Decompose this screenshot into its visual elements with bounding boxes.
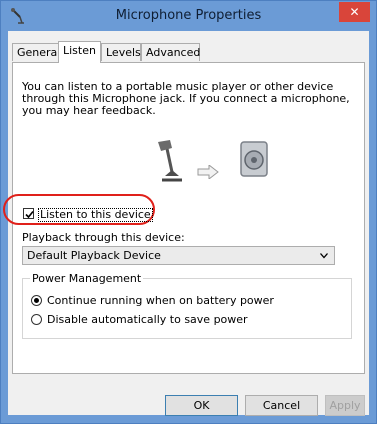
radio-disable-auto-button[interactable] [31,314,42,325]
apply-button[interactable]: Apply [325,395,365,416]
playback-label: Playback through this device: [22,231,185,244]
tab-levels[interactable]: Levels [101,43,141,61]
title-bar[interactable]: Microphone Properties ✕ [1,1,376,31]
power-management-legend: Power Management [30,272,144,285]
playback-device-value: Default Playback Device [27,249,161,262]
listen-checkbox-label[interactable]: Listen to this device [38,208,153,222]
tab-listen[interactable]: Listen [58,41,101,63]
radio-disable-auto-label[interactable]: Disable automatically to save power [47,313,248,326]
speaker-icon [240,141,268,177]
listen-panel: You can listen to a portable music playe… [3,62,365,374]
dialog-client: General Listen Levels Advanced You can l… [3,31,369,416]
tab-strip: General Listen Levels Advanced [12,41,352,63]
listen-checkbox[interactable] [23,208,34,219]
ok-button[interactable]: OK [165,395,238,416]
right-arrow-icon [197,165,219,179]
radio-continue-running-label[interactable]: Continue running when on battery power [47,294,274,307]
tab-general[interactable]: General [12,43,60,61]
checkmark-icon [25,210,34,219]
cancel-button[interactable]: Cancel [245,395,318,416]
microphone-icon [158,140,182,182]
window-title: Microphone Properties [115,8,262,23]
radio-continue-running-button[interactable] [31,295,42,306]
chevron-down-icon [320,253,328,259]
listen-description: You can listen to a portable music playe… [22,80,350,117]
power-management-group: Power Management Continue running when o… [22,272,352,339]
tab-advanced[interactable]: Advanced [141,43,200,61]
playback-device-select[interactable]: Default Playback Device [22,246,335,265]
dialog-window: Microphone Properties ✕ General Listen L… [0,0,377,424]
close-button[interactable]: ✕ [339,2,370,22]
